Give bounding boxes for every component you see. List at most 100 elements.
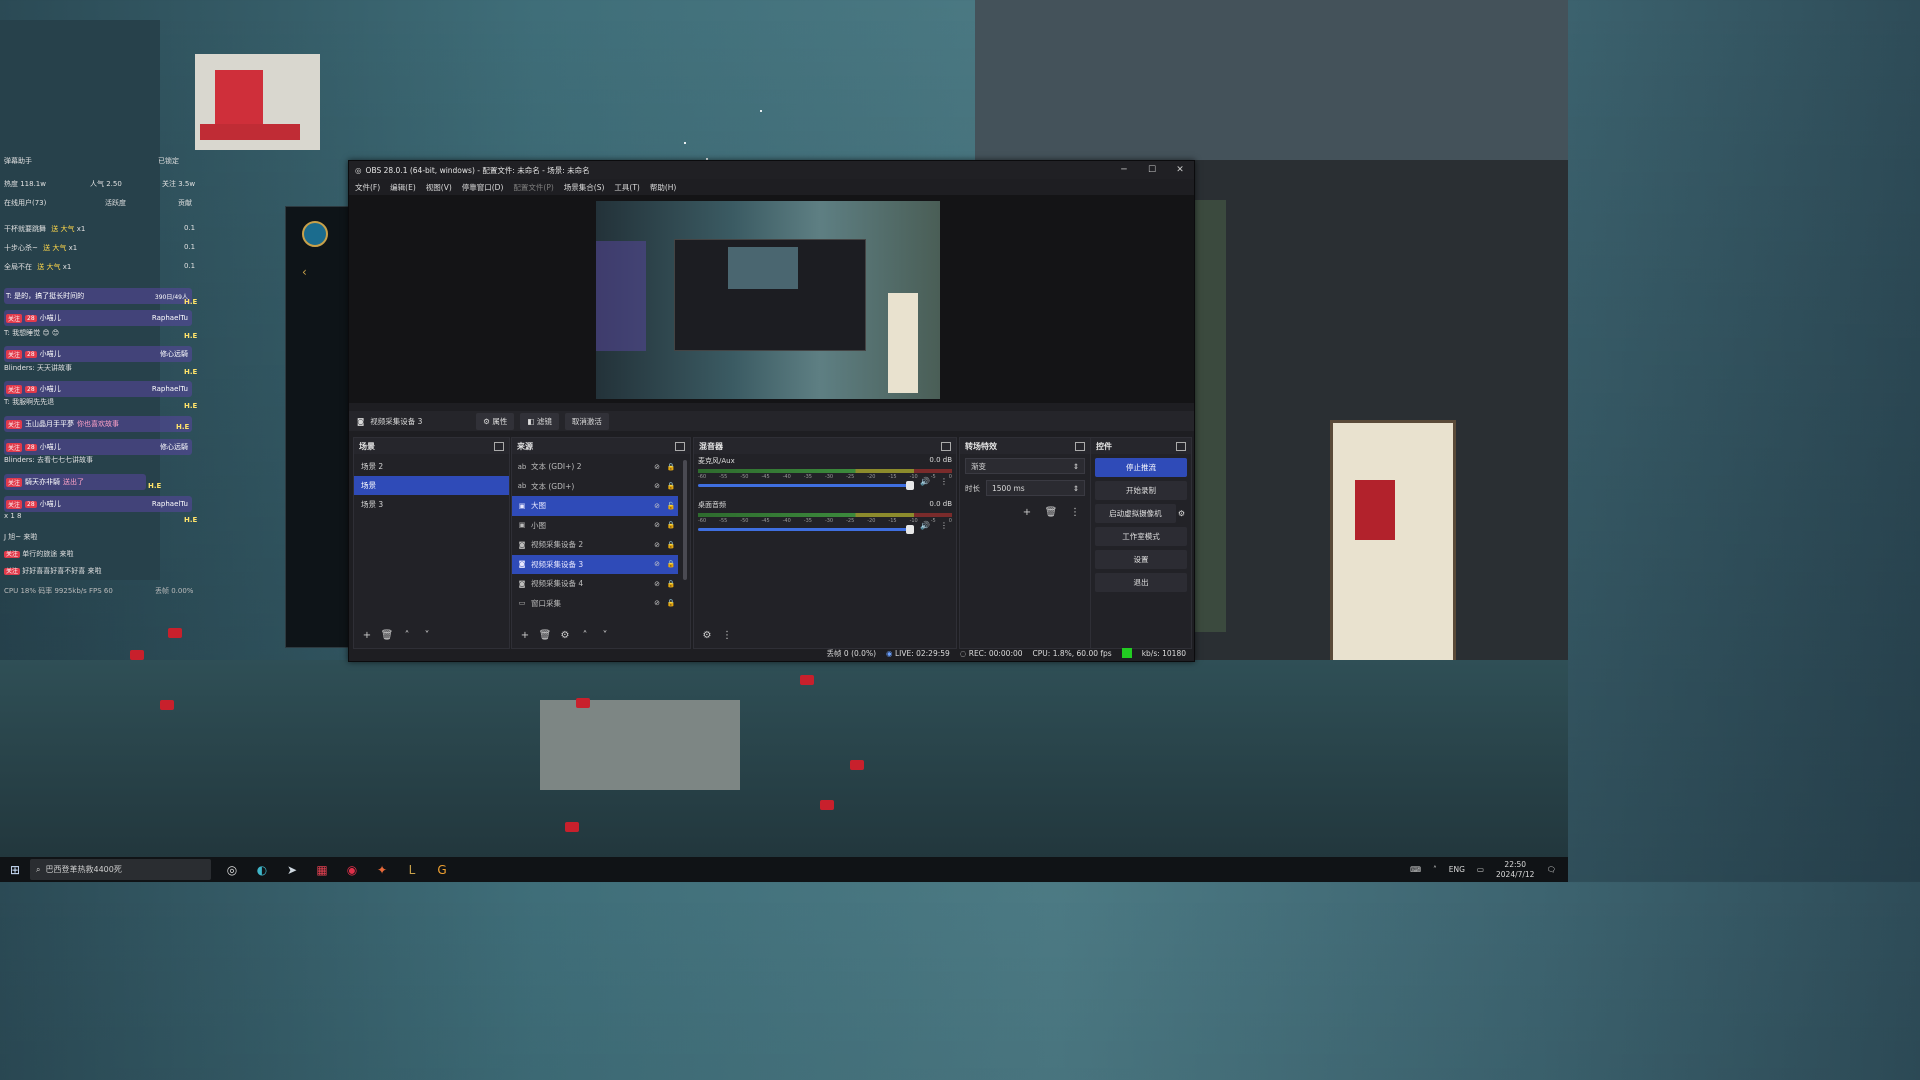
move-up-icon[interactable]: ˄ [400,629,414,643]
source-item[interactable]: ab 文本 (GDI+) 2 ⊘ 🔒 [512,457,678,477]
back-arrow-icon[interactable]: ‹ [302,265,307,279]
more-vertical-icon[interactable]: ⋮ [940,521,948,530]
source-item[interactable]: ▣ 大图 ⊘ 🔓 [512,496,678,516]
move-up-icon[interactable]: ˄ [578,629,592,643]
trash-icon[interactable]: 🗑 [1044,506,1058,520]
lock-icon[interactable]: 🔒 [664,560,678,568]
deactivate-button[interactable]: 取消激活 [564,412,609,430]
more-vertical-icon[interactable]: ⋮ [720,629,734,643]
close-icon[interactable]: ✕ [1166,165,1194,175]
lock-icon[interactable]: 🔒 [664,580,678,588]
visibility-eye-icon[interactable]: ⊘ [650,560,664,568]
filters-button[interactable]: ◧ 滤镜 [520,412,559,430]
trash-icon[interactable]: 🗑 [538,629,552,643]
speaker-icon[interactable]: 🔊 [920,477,930,486]
move-down-icon[interactable]: ˅ [598,629,612,643]
maximize-icon[interactable]: ☐ [1138,165,1166,175]
float-dock-icon[interactable] [1075,441,1085,451]
lock-icon[interactable]: 🔒 [664,541,678,549]
minimize-icon[interactable]: ─ [1110,165,1138,175]
studio-mode-button[interactable]: 工作室模式 [1095,527,1187,546]
source-item[interactable]: ◙ 视频采集设备 2 ⊘ 🔒 [512,535,678,555]
stop-streaming-button[interactable]: 停止推流 [1095,458,1187,477]
title-bar[interactable]: ◎ OBS 28.0.1 (64-bit, windows) - 配置文件: 未… [349,161,1194,179]
windows-start-icon[interactable]: ⊞ [0,863,30,877]
menu-profile[interactable]: 配置文件(P) [513,182,553,193]
gear-icon[interactable]: ⚙ [558,629,572,643]
source-item[interactable]: ab 文本 (GDI+) ⊘ 🔒 [512,477,678,497]
more-vertical-icon[interactable]: ⋮ [940,477,948,486]
slider-handle[interactable] [906,525,914,534]
clock[interactable]: 22:50 2024/7/12 [1496,860,1534,880]
volume-slider[interactable] [698,525,914,534]
scene-item[interactable]: 场景 2 [354,457,509,476]
slider-handle[interactable] [906,481,914,490]
lock-status[interactable]: 已锁定 [158,156,179,166]
add-icon[interactable]: + [360,629,374,643]
input-language[interactable]: ENG [1449,865,1465,874]
app-g-icon[interactable]: G [427,863,457,877]
menu-tools[interactable]: 工具(T) [614,182,639,193]
obs-app-icon[interactable]: ◎ [217,863,247,877]
float-dock-icon[interactable] [1176,441,1186,451]
steam-icon[interactable]: ➤ [277,863,307,877]
float-dock-icon[interactable] [675,441,685,451]
lock-icon[interactable]: 🔒 [664,599,678,607]
menu-edit[interactable]: 编辑(E) [390,182,416,193]
visibility-eye-icon[interactable]: ⊘ [650,463,664,471]
menu-view[interactable]: 视图(V) [426,182,452,193]
volume-slider[interactable] [698,481,914,490]
more-vertical-icon[interactable]: ⋮ [1068,506,1082,520]
network-icon[interactable]: ▭ [1477,865,1484,874]
visibility-eye-icon[interactable]: ⊘ [650,599,664,607]
unlock-icon[interactable]: 🔓 [664,502,678,510]
lock-icon[interactable]: 🔒 [664,521,678,529]
lock-icon[interactable]: 🔒 [664,463,678,471]
sources-scrollbar[interactable] [683,460,687,580]
visibility-eye-icon[interactable]: ⊘ [650,541,664,549]
netease-music-icon[interactable]: ◉ [337,863,367,877]
search-box[interactable]: ⌕ 巴西登革热救4400死 [30,859,211,880]
source-item[interactable]: ▣ 小图 ⊘ 🔒 [512,516,678,536]
preview-area[interactable] [349,195,1194,403]
gear-icon[interactable]: ⚙ [1178,509,1185,518]
app-colorful-icon[interactable]: ✦ [367,863,397,877]
chevron-up-icon[interactable]: ˄ [1433,865,1437,874]
source-item[interactable]: ▭ 窗口采集 ⊘ 🔒 [512,594,678,614]
visibility-eye-icon[interactable]: ⊘ [650,502,664,510]
source-item[interactable]: ◙ 视频采集设备 4 ⊘ 🔒 [512,574,678,594]
menu-scene-collection[interactable]: 场景集合(S) [564,182,605,193]
move-down-icon[interactable]: ˅ [420,629,434,643]
scene-item-selected[interactable]: 场景 [354,476,509,495]
edge-browser-icon[interactable]: ◐ [247,863,277,877]
properties-button[interactable]: ⚙ 属性 [476,412,515,430]
start-virtual-camera-button[interactable]: 启动虚拟摄像机 [1095,504,1176,523]
add-icon[interactable]: + [518,629,532,643]
game-client-window[interactable]: ‹ [285,206,357,648]
settings-button[interactable]: 设置 [1095,550,1187,569]
visibility-eye-icon[interactable]: ⊘ [650,580,664,588]
start-recording-button[interactable]: 开始录制 [1095,481,1187,500]
notification-icon[interactable]: 🗨 [1546,865,1556,874]
exit-button[interactable]: 退出 [1095,573,1187,592]
add-icon[interactable]: + [1020,506,1034,520]
float-dock-icon[interactable] [941,441,951,451]
menu-docks[interactable]: 停靠窗口(D) [462,182,504,193]
float-dock-icon[interactable] [494,441,504,451]
transition-select[interactable]: 渐变 ⇕ [965,458,1085,474]
advanced-audio-icon[interactable]: ⚙ [700,629,714,643]
program-preview[interactable] [596,201,940,399]
speaker-icon[interactable]: 🔊 [920,521,930,530]
spin-arrows-icon[interactable]: ⇕ [1073,484,1079,493]
visibility-eye-icon[interactable]: ⊘ [650,521,664,529]
visibility-eye-icon[interactable]: ⊘ [650,482,664,490]
league-client-icon[interactable]: L [397,863,427,877]
keyboard-icon[interactable]: ⌨ [1410,865,1421,874]
duration-spinbox[interactable]: 1500 ms ⇕ [986,480,1085,496]
lock-icon[interactable]: 🔒 [664,482,678,490]
menu-help[interactable]: 帮助(H) [650,182,677,193]
source-item-selected[interactable]: ◙ 视频采集设备 3 ⊘ 🔒 [512,554,678,574]
scene-item[interactable]: 场景 3 [354,495,509,514]
app-red-icon[interactable]: ▦ [307,863,337,877]
menu-file[interactable]: 文件(F) [355,182,380,193]
